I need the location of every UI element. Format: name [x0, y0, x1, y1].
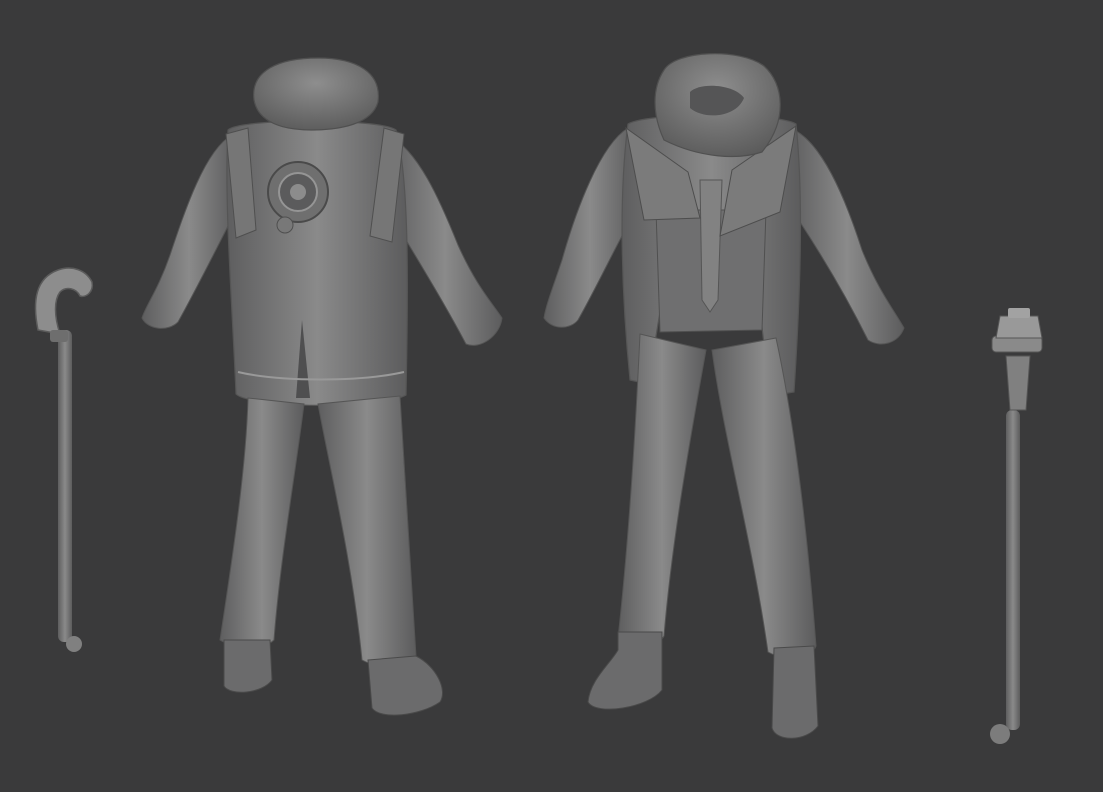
cane-left-collar: [50, 330, 68, 342]
back-left-boot: [223, 639, 273, 693]
cane-right-collar: [1005, 355, 1031, 411]
front-tie: [699, 179, 723, 313]
back-emblem-core: [290, 184, 306, 200]
sculpt-render: [0, 0, 1103, 792]
back-emblem-dot: [276, 216, 294, 234]
cane-right-crown: [1008, 308, 1030, 318]
viewport-background: [0, 0, 1103, 792]
cane-right-shaft: [1006, 410, 1020, 730]
cane-left-shaft: [58, 330, 72, 642]
cane-left-tip: [66, 636, 82, 652]
sculpt-viewport: [0, 0, 1103, 792]
front-right-boot: [771, 645, 819, 739]
cane-right-head: [995, 315, 1043, 339]
back-hood: [253, 57, 379, 131]
cane-right-tip: [990, 724, 1010, 744]
